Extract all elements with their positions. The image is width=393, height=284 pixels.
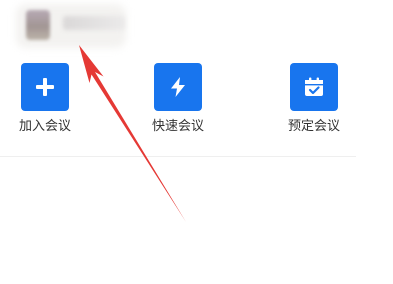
username-redacted[interactable] (63, 16, 125, 30)
quick-actions: 加入会议 快速会议 预定会议 (0, 60, 393, 140)
schedule-meeting-tile[interactable] (290, 63, 338, 111)
divider (0, 156, 356, 157)
quick-meeting-tile[interactable] (154, 63, 202, 111)
meeting-home-screen: 加入会议 快速会议 预定会议 (0, 0, 393, 284)
join-meeting-tile[interactable] (21, 63, 69, 111)
lightning-icon (171, 77, 185, 97)
plus-icon (36, 78, 54, 96)
schedule-meeting-label: 预定会议 (287, 119, 340, 134)
avatar[interactable] (26, 10, 50, 40)
quick-meeting-button[interactable]: 快速会议 (138, 60, 218, 140)
join-meeting-label: 加入会议 (18, 119, 71, 134)
schedule-meeting-button[interactable]: 预定会议 (274, 60, 354, 140)
join-meeting-button[interactable]: 加入会议 (5, 60, 85, 140)
calendar-check-icon (305, 77, 323, 96)
quick-meeting-label: 快速会议 (151, 119, 204, 134)
